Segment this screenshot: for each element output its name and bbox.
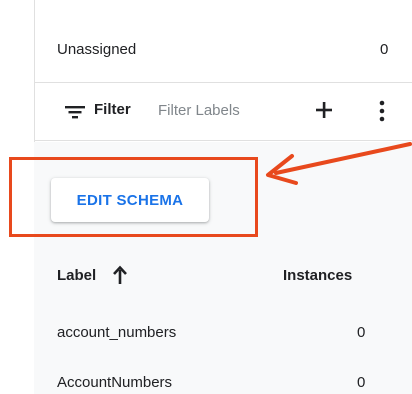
add-icon[interactable] — [314, 100, 334, 120]
label-instance-count: 0 — [357, 324, 366, 341]
arrow-up-icon[interactable] — [112, 265, 128, 285]
column-header-label[interactable]: Label — [57, 267, 96, 284]
filter-icon[interactable] — [65, 104, 85, 120]
annotation-highlight-box — [9, 157, 258, 237]
column-header-instances[interactable]: Instances — [283, 267, 352, 284]
unassigned-count: 0 — [380, 41, 389, 58]
more-vert-icon[interactable] — [378, 100, 386, 122]
arrow-pointer — [266, 142, 412, 185]
label-name[interactable]: account_numbers — [57, 324, 176, 341]
filter-label[interactable]: Filter — [94, 101, 131, 118]
unassigned-label: Unassigned — [57, 41, 137, 58]
label-instance-count: 0 — [357, 374, 366, 391]
label-name[interactable]: AccountNumbers — [57, 374, 172, 391]
filter-labels-input[interactable] — [158, 98, 268, 122]
